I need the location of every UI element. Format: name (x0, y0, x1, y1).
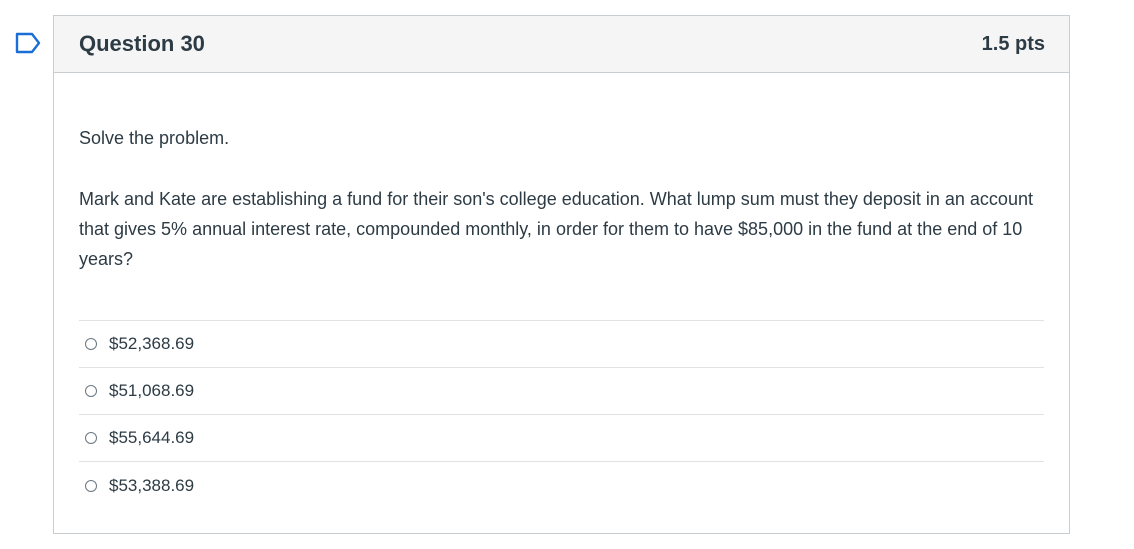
question-points: 1.5 pts (981, 32, 1045, 55)
radio-unchecked-icon[interactable] (85, 432, 97, 444)
radio-unchecked-icon[interactable] (85, 479, 97, 492)
question-card: Question 30 1.5 pts Solve the problem. M… (53, 15, 1070, 534)
question-title: Question 30 (79, 31, 205, 56)
answer-option[interactable]: $53,388.69 (79, 462, 1044, 509)
radio-unchecked-icon[interactable] (85, 385, 97, 397)
answer-option[interactable]: $52,368.69 (79, 321, 1044, 368)
question-header: Question 30 1.5 pts (54, 16, 1069, 73)
answer-label: $53,388.69 (109, 475, 195, 495)
question-body: Solve the problem. Mark and Kate are est… (54, 125, 1069, 509)
answer-label: $51,068.69 (109, 381, 195, 400)
answer-label: $52,368.69 (109, 334, 195, 353)
radio-unchecked-icon[interactable] (85, 338, 97, 350)
quiz-page: Question 30 1.5 pts Solve the problem. M… (0, 0, 1134, 549)
answer-label: $55,644.69 (109, 428, 195, 447)
question-intro: Solve the problem. (79, 128, 230, 148)
question-text: Mark and Kate are establishing a fund fo… (79, 189, 1033, 269)
answer-option[interactable]: $55,644.69 (79, 415, 1044, 462)
flag-question-icon[interactable] (14, 32, 42, 54)
answer-option[interactable]: $51,068.69 (79, 368, 1044, 415)
answer-list: $52,368.69 $51,068.69 $55,644.69 $53,388… (79, 320, 1044, 509)
